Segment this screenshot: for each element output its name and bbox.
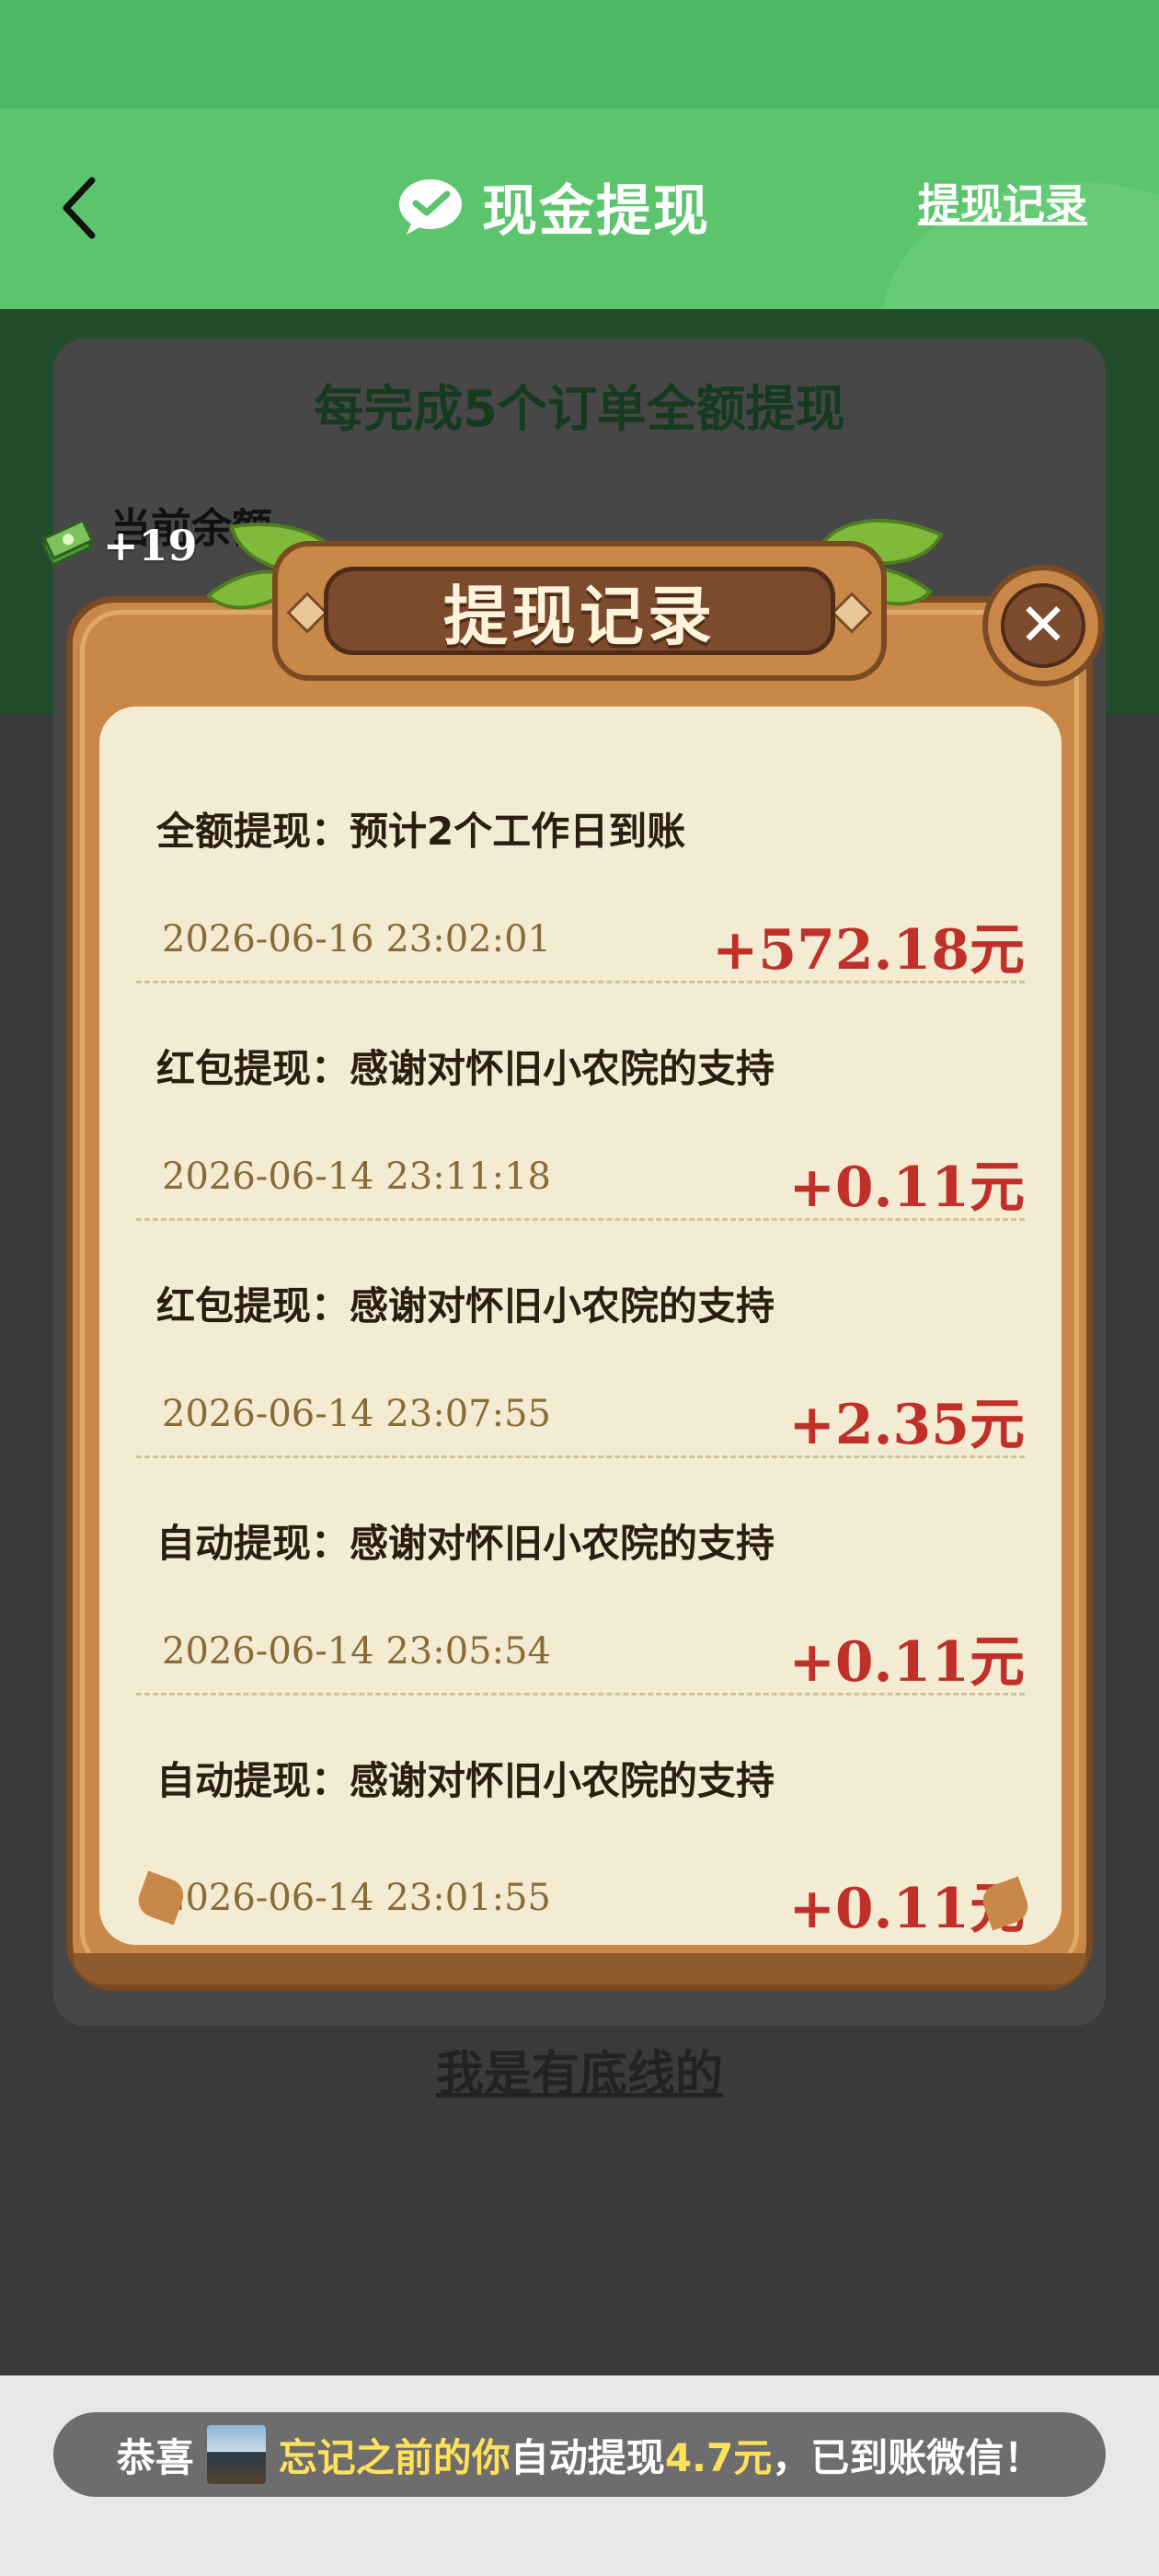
list-item: 全额提现：预计2个工作日到账 2026-06-16 23:02:01 +572.…	[99, 707, 1061, 983]
record-list: 全额提现：预计2个工作日到账 2026-06-16 23:02:01 +572.…	[99, 707, 1061, 1893]
record-title: 自动提现：感谢对怀旧小农院的支持	[156, 1521, 775, 1566]
dialog-title: 提现记录	[443, 577, 716, 654]
record-title: 红包提现：感谢对怀旧小农院的支持	[156, 1046, 775, 1091]
withdraw-record-link[interactable]: 提现记录	[918, 171, 1087, 232]
withdraw-rule-text: 每完成5个订单全额提现	[314, 380, 845, 438]
page-title-group: 现金提现	[396, 160, 710, 252]
chevron-left-icon	[63, 177, 96, 239]
record-time-partial: 2026-06-14 23:01:55	[162, 1877, 551, 1919]
status-bar	[0, 0, 1159, 109]
sign-plate: 提现记录	[324, 567, 835, 655]
withdraw-broadcast-toast: 恭喜 忘记之前的你 自动提现 4.7元 ，已到账微信！	[53, 2412, 1106, 2497]
toast-action: 自动提现	[510, 2434, 665, 2480]
list-item: 自动提现：感谢对怀旧小农院的支持	[99, 1656, 1061, 1893]
close-icon: ✕	[1001, 583, 1085, 668]
record-title: 红包提现：感谢对怀旧小农院的支持	[156, 1283, 775, 1328]
wechat-icon	[399, 179, 462, 235]
bottom-line-text: 我是有底线的	[435, 2047, 723, 2102]
floating-reward: +19	[40, 521, 198, 570]
list-item: 自动提现：感谢对怀旧小农院的支持 2026-06-14 23:05:54 +0.…	[99, 1419, 1061, 1696]
app-header: 现金提现 提现记录	[0, 109, 1159, 309]
toast-suffix: ，已到账微信！	[772, 2434, 1043, 2480]
page-title: 现金提现	[482, 178, 710, 244]
toast-amount: 4.7元	[664, 2434, 773, 2480]
record-list-panel[interactable]: 全额提现：预计2个工作日到账 2026-06-16 23:02:01 +572.…	[99, 707, 1061, 1945]
nail-decoration	[286, 592, 328, 634]
back-button[interactable]	[53, 171, 109, 245]
toast-prefix: 恭喜	[116, 2434, 194, 2480]
record-title: 自动提现：感谢对怀旧小农院的支持	[156, 1758, 775, 1803]
cash-icon	[41, 522, 95, 568]
dialog-title-sign: 提现记录	[272, 541, 887, 681]
record-title: 全额提现：预计2个工作日到账	[156, 809, 686, 854]
reward-count: +19	[103, 521, 198, 570]
list-item: 红包提现：感谢对怀旧小农院的支持 2026-06-14 23:11:18 +0.…	[99, 944, 1061, 1221]
avatar	[206, 2425, 266, 2484]
toast-username: 忘记之前的你	[278, 2434, 511, 2480]
dialog-shadow	[73, 1953, 1086, 1984]
list-item: 红包提现：感谢对怀旧小农院的支持 2026-06-14 23:07:55 +2.…	[99, 1181, 1061, 1458]
nail-decoration	[831, 592, 873, 634]
close-button[interactable]: ✕	[982, 565, 1104, 686]
